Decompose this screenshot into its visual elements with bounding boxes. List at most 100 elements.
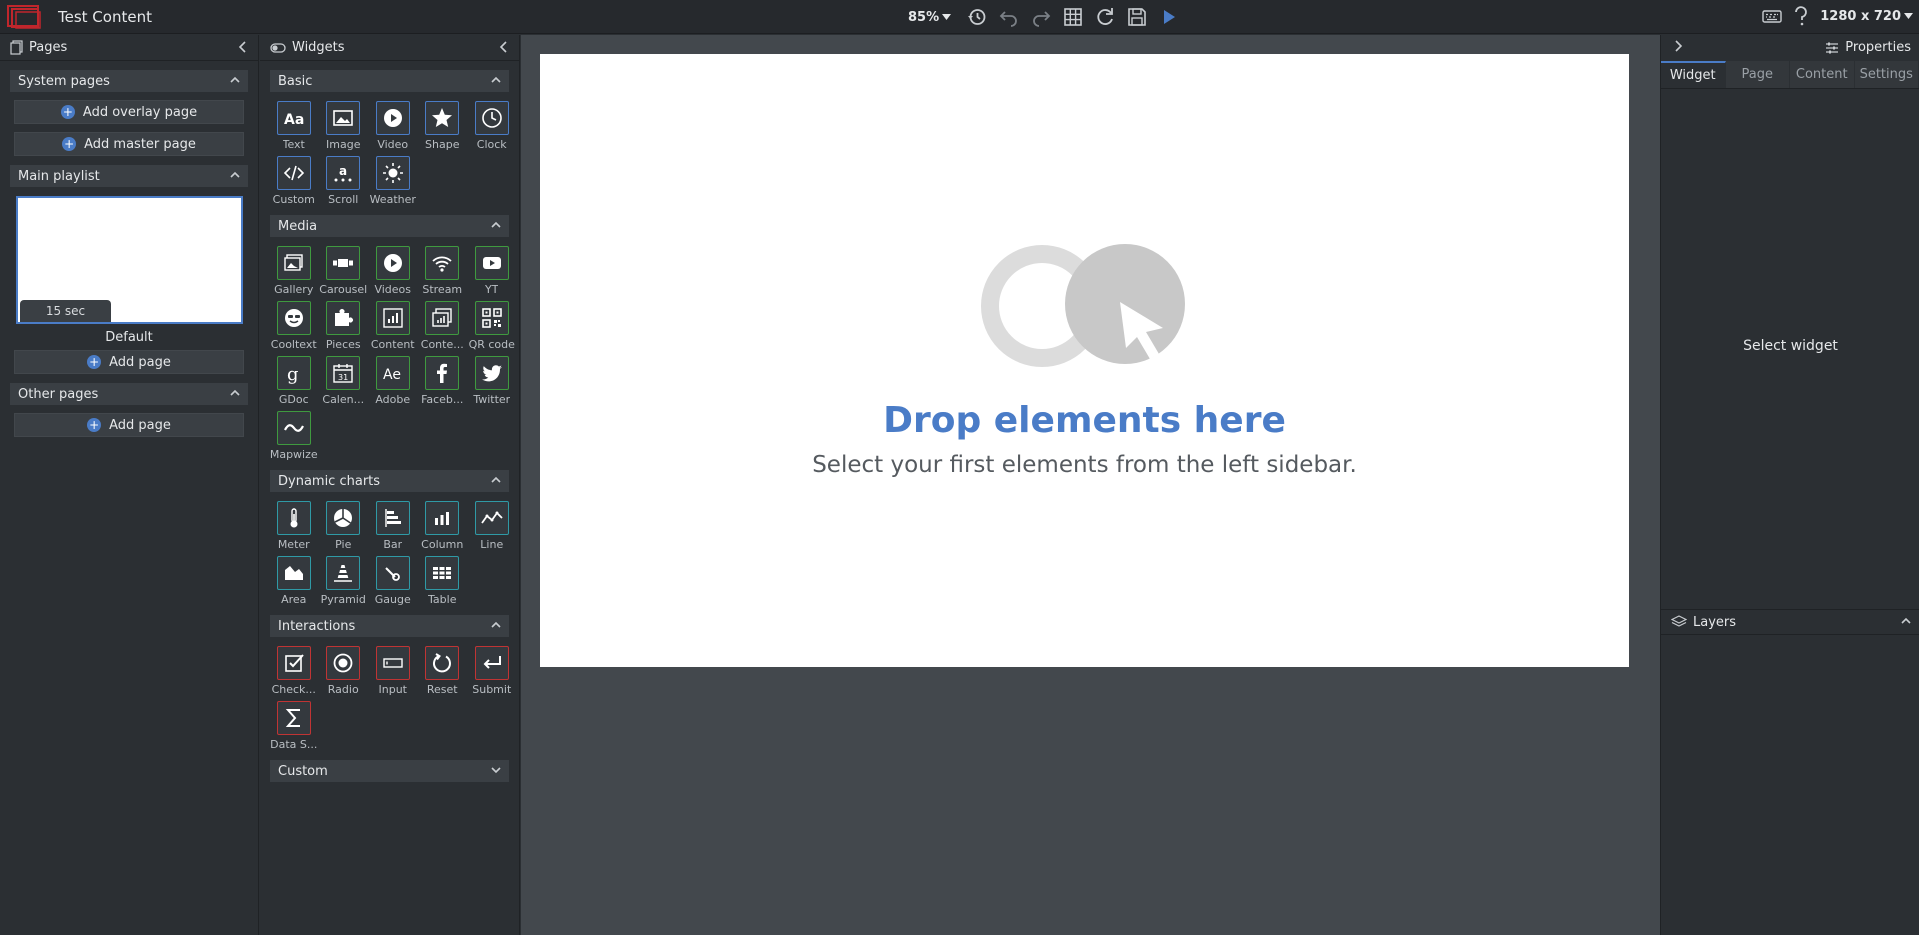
- add-overlay-page-button[interactable]: + Add overlay page: [14, 100, 244, 124]
- app-logo-icon[interactable]: [6, 4, 42, 30]
- plus-circle-icon: +: [87, 418, 102, 432]
- widget-pieces[interactable]: Pieces: [319, 301, 369, 351]
- widgets-panel: Widgets Basic Aa Text Image Video Shape C…: [260, 35, 520, 935]
- interactions-widgets-section[interactable]: Interactions: [270, 615, 509, 637]
- save-button[interactable]: [1125, 5, 1149, 29]
- widget-adobe[interactable]: Ae Adobe: [368, 356, 418, 406]
- widget-table[interactable]: Table: [418, 556, 468, 606]
- redo-button[interactable]: [1029, 5, 1053, 29]
- input-field-icon: [383, 658, 403, 668]
- resolution-dropdown[interactable]: 1280 x 720: [1820, 9, 1913, 24]
- tab-widget[interactable]: Widget: [1661, 61, 1726, 88]
- add-other-page-button[interactable]: + Add page: [14, 413, 244, 437]
- plus-circle-icon: +: [60, 105, 75, 119]
- widget-weather[interactable]: Weather: [368, 156, 418, 206]
- widget-gdoc[interactable]: g GDoc: [269, 356, 319, 406]
- other-pages-section[interactable]: Other pages: [10, 383, 248, 405]
- widget-videos[interactable]: Videos: [368, 246, 418, 296]
- text-icon: Aa: [284, 112, 304, 128]
- widget-meter[interactable]: Meter: [269, 501, 319, 551]
- widget-gauge[interactable]: Gauge: [368, 556, 418, 606]
- add-master-page-button[interactable]: + Add master page: [14, 132, 244, 156]
- checkbox-icon: [284, 654, 304, 672]
- scroll-text-icon: a: [334, 164, 352, 182]
- widget-content[interactable]: Content: [368, 301, 418, 351]
- widget-qr-code[interactable]: QR code: [467, 301, 517, 351]
- google-icon: g: [287, 364, 299, 385]
- zoom-dropdown[interactable]: 85%: [908, 10, 952, 25]
- basic-widgets-section[interactable]: Basic: [270, 70, 509, 92]
- widget-submit[interactable]: Submit: [467, 646, 517, 696]
- widget-text[interactable]: Aa Text: [269, 101, 319, 151]
- widget-bar[interactable]: Bar: [368, 501, 418, 551]
- charts-widgets-section[interactable]: Dynamic charts: [270, 470, 509, 492]
- collapse-widgets-button[interactable]: [497, 40, 511, 58]
- expand-properties-button[interactable]: [1671, 39, 1685, 57]
- widget-radio[interactable]: Radio: [319, 646, 369, 696]
- undo-icon: [999, 11, 1017, 27]
- svg-text:Ae: Ae: [383, 367, 401, 383]
- resolution-value: 1280 x 720: [1820, 8, 1901, 24]
- history-button[interactable]: [965, 5, 989, 29]
- toolbar: 85%: [908, 5, 1181, 29]
- widget-calendar[interactable]: 31 Calen...: [319, 356, 369, 406]
- collapse-pages-button[interactable]: [236, 40, 250, 58]
- refresh-button[interactable]: [1093, 5, 1117, 29]
- widget-pie[interactable]: Pie: [319, 501, 369, 551]
- svg-text:a: a: [339, 164, 347, 178]
- widget-checkbox[interactable]: Check...: [269, 646, 319, 696]
- widget-content-gallery[interactable]: Conte...: [418, 301, 468, 351]
- widget-column[interactable]: Column: [418, 501, 468, 551]
- properties-panel-header: Properties: [1661, 35, 1919, 61]
- widget-facebook[interactable]: Faceb...: [418, 356, 468, 406]
- widget-mapwize[interactable]: Mapwize: [269, 411, 319, 461]
- widget-video[interactable]: Video: [368, 101, 418, 151]
- caret-down-icon: [942, 14, 952, 20]
- plus-circle-icon: +: [62, 137, 77, 151]
- system-pages-section[interactable]: System pages: [10, 70, 248, 92]
- widget-reset[interactable]: Reset: [418, 646, 468, 696]
- thermometer-icon: [290, 508, 298, 528]
- chevron-up-icon: [230, 76, 240, 83]
- chevron-left-icon: [499, 41, 507, 53]
- page-thumbnail[interactable]: 15 sec: [16, 196, 243, 324]
- basic-widgets-grid: Aa Text Image Video Shape Clock Custom aS…: [269, 101, 519, 206]
- main-playlist-section[interactable]: Main playlist: [10, 165, 248, 187]
- code-icon: [283, 165, 304, 181]
- add-page-button[interactable]: + Add page: [14, 350, 244, 374]
- grid-button[interactable]: [1061, 5, 1085, 29]
- tab-page[interactable]: Page: [1725, 61, 1790, 88]
- widget-line[interactable]: Line: [467, 501, 517, 551]
- undo-button[interactable]: [997, 5, 1021, 29]
- toggle-icon: [270, 42, 286, 53]
- layers-section[interactable]: Layers: [1661, 609, 1919, 635]
- widget-pyramid[interactable]: Pyramid: [319, 556, 369, 606]
- keyboard-icon[interactable]: [1762, 8, 1782, 24]
- widget-scroll[interactable]: a Scroll: [319, 156, 369, 206]
- help-icon[interactable]: [1794, 6, 1808, 26]
- widget-shape[interactable]: Shape: [418, 101, 468, 151]
- media-widgets-section[interactable]: Media: [270, 215, 509, 237]
- chevron-up-icon: [491, 476, 501, 483]
- widget-area[interactable]: Area: [269, 556, 319, 606]
- area-chart-icon: [284, 566, 303, 580]
- design-canvas[interactable]: Drop elements here Select your first ele…: [540, 54, 1629, 667]
- widget-youtube[interactable]: YT: [467, 246, 517, 296]
- custom-widgets-section[interactable]: Custom: [270, 760, 509, 782]
- widget-clock[interactable]: Clock: [467, 101, 517, 151]
- widget-input[interactable]: Input: [368, 646, 418, 696]
- preview-play-button[interactable]: [1157, 5, 1181, 29]
- widget-data-sum[interactable]: Data S...: [269, 701, 319, 751]
- widget-custom[interactable]: Custom: [269, 156, 319, 206]
- widget-carousel[interactable]: Carousel: [319, 246, 369, 296]
- widget-image[interactable]: Image: [319, 101, 369, 151]
- youtube-icon: [482, 257, 501, 269]
- widget-cooltext[interactable]: Cooltext: [269, 301, 319, 351]
- widget-twitter[interactable]: Twitter: [467, 356, 517, 406]
- page-duration-badge[interactable]: 15 sec: [20, 300, 111, 322]
- content-gallery-icon: [432, 308, 452, 327]
- widget-stream[interactable]: Stream: [418, 246, 468, 296]
- tab-content[interactable]: Content: [1790, 61, 1855, 88]
- widget-gallery[interactable]: Gallery: [269, 246, 319, 296]
- tab-settings[interactable]: Settings: [1854, 61, 1919, 88]
